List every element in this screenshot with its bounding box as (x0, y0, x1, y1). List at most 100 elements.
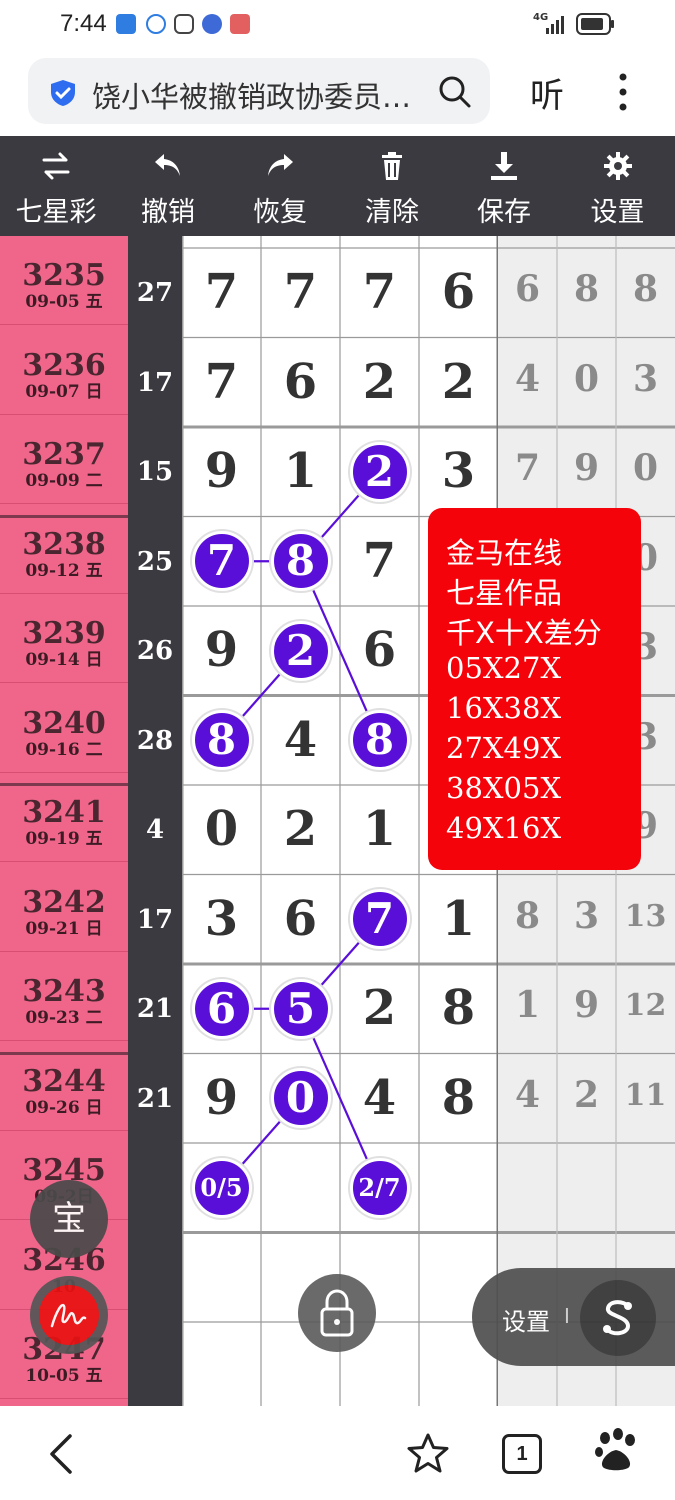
digit-cell[interactable]: 7 (182, 264, 261, 320)
extra-digit-cell: 8 (632, 268, 659, 310)
sum-value: 21 (136, 1083, 174, 1114)
period-date: 09-23 二 (25, 1008, 103, 1028)
digit-cell[interactable]: 3 (419, 443, 498, 499)
highlight-ball[interactable]: 8 (270, 531, 331, 592)
sum-value: 26 (136, 636, 174, 666)
digit-cell[interactable]: 7 (261, 264, 340, 320)
highlight-ball[interactable]: 8 (349, 710, 410, 771)
lock-button[interactable] (298, 1274, 376, 1352)
baidu-paw-icon[interactable] (594, 1428, 638, 1476)
digit-cell[interactable]: 1 (261, 443, 340, 499)
period-number: 3239 (22, 616, 106, 651)
digit-cell[interactable]: 2 (261, 801, 340, 857)
highlight-ball[interactable]: 0 (270, 1068, 331, 1129)
status-bar: 7:44 4G (0, 0, 675, 50)
address-bar[interactable]: 饶小华被撤销政协委员… (28, 58, 490, 124)
digit-cell[interactable]: 6 (261, 354, 340, 410)
period-cell: 3244 09-26 日 (0, 1042, 128, 1131)
popup-line: 金马在线 (446, 536, 563, 570)
popup-code: 16X38X (446, 691, 562, 725)
battery-icon (576, 13, 614, 35)
back-icon[interactable] (44, 1432, 78, 1476)
floating-settings-panel[interactable]: 设置 I (472, 1268, 675, 1366)
save-button[interactable]: 保存 (448, 136, 560, 236)
period-number: 3243 (22, 974, 106, 1009)
settings-button[interactable]: 设置 (560, 136, 675, 236)
digit-cell[interactable]: 2 (419, 354, 498, 410)
redo-button[interactable]: 恢复 (224, 136, 336, 236)
digit-cell[interactable]: 7 (182, 354, 261, 410)
digit-cell[interactable]: 2 (340, 354, 419, 410)
popup-code: 38X05X (446, 771, 562, 805)
digit-cell[interactable]: 0 (182, 801, 261, 857)
digit-cell[interactable]: 6 (340, 622, 419, 678)
highlight-ball[interactable]: 6 (191, 978, 252, 1039)
redo-icon (268, 154, 293, 176)
digit-cell[interactable]: 8 (419, 1070, 498, 1126)
tabs-count-button[interactable]: 1 (502, 1434, 542, 1474)
s-assistant-button[interactable] (580, 1280, 656, 1356)
search-icon[interactable] (438, 75, 472, 109)
digit-cell[interactable]: 9 (182, 1070, 261, 1126)
period-number: 3242 (22, 884, 106, 920)
period-cell: 3240 09-16 二 (0, 684, 128, 773)
digit-cell[interactable]: 3 (182, 891, 261, 947)
sum-value: 21 (136, 994, 174, 1024)
highlight-ball[interactable]: 5 (270, 978, 331, 1039)
period-date: 10-05 五 (25, 1366, 103, 1386)
digit-cell[interactable]: 8 (419, 980, 498, 1036)
popup-code: 49X16X (446, 811, 562, 845)
clear-button[interactable]: 清除 (336, 136, 448, 236)
highlight-ball[interactable]: 8 (191, 710, 252, 771)
extra-digit-cell: 2 (573, 1073, 600, 1116)
popup-code: 27X49X (446, 731, 562, 765)
extra-digit-cell: 7 (514, 447, 541, 489)
highlight-ball[interactable]: 7 (191, 531, 252, 592)
period-cell: 3236 09-07 日 (0, 326, 128, 415)
sum-value: 17 (136, 367, 174, 398)
app-notification-icon (116, 14, 136, 34)
period-number: 3238 (22, 526, 106, 562)
floating-settings-separator: I (564, 1304, 570, 1328)
digit-cell[interactable]: 4 (340, 1070, 419, 1126)
star-icon[interactable] (406, 1432, 450, 1474)
extra-digit-cell: 4 (514, 357, 541, 400)
toolbar-label: 设置 (590, 197, 645, 228)
period-number: 3244 (22, 1063, 106, 1099)
digit-cell[interactable]: 1 (419, 891, 498, 947)
signature-float-button[interactable] (30, 1276, 108, 1354)
highlight-ball[interactable]: 7 (349, 889, 410, 950)
shield-icon (51, 80, 75, 106)
undo-button[interactable]: 撤销 (112, 136, 224, 236)
digit-cell[interactable]: 9 (182, 443, 261, 499)
undo-icon (155, 154, 180, 176)
extra-digit-cell: 3 (632, 357, 659, 400)
digit-cell[interactable]: 6 (419, 264, 498, 320)
period-cell: 3241 09-19 五 (0, 773, 128, 862)
highlight-ball[interactable]: 2 (270, 620, 331, 681)
sum-value: 28 (136, 725, 174, 756)
digit-cell[interactable]: 1 (340, 801, 419, 857)
digit-cell[interactable]: 7 (340, 264, 419, 320)
listen-button[interactable]: 听 (530, 68, 564, 117)
digit-cell[interactable]: 9 (182, 622, 261, 678)
extra-digit-cell: 8 (573, 268, 600, 310)
digit-cell[interactable]: 7 (340, 533, 419, 589)
extra-digit-cell: 0 (632, 447, 659, 489)
period-date: 09-19 五 (25, 829, 103, 849)
highlight-ball[interactable]: 0/5 (191, 1157, 252, 1218)
period-cell: 3238 09-12 五 (0, 505, 128, 594)
sum-column: 27 17 15 25 26 28 4 17 21 21 (128, 236, 182, 1406)
highlight-ball[interactable]: 2/7 (349, 1157, 410, 1218)
highlight-ball[interactable]: 2 (349, 441, 410, 502)
digit-cell[interactable]: 2 (340, 980, 419, 1036)
lottery-type-button[interactable]: 七星彩 (0, 136, 112, 236)
digit-cell[interactable]: 6 (261, 891, 340, 947)
bottom-navigation: 1 (0, 1406, 675, 1500)
floating-settings-label[interactable]: 设置 (502, 1302, 550, 1337)
period-date: 09-07 日 (25, 381, 103, 402)
more-menu-icon[interactable] (612, 72, 634, 112)
treasure-float-button[interactable]: 宝 (30, 1180, 108, 1258)
digit-cell[interactable]: 4 (261, 712, 340, 768)
extra-digit-cell: 13 (624, 898, 667, 934)
